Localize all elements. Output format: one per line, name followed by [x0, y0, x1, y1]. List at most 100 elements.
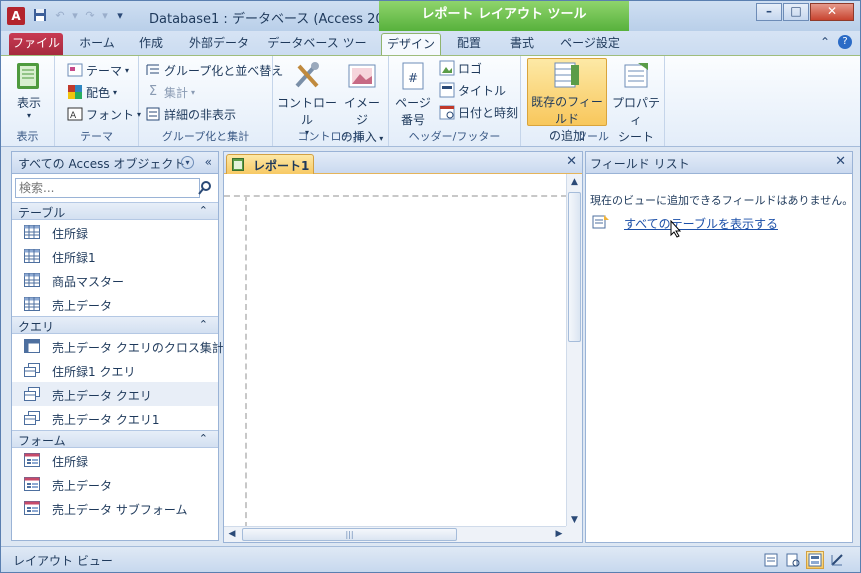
- close-button[interactable]: ✕: [810, 3, 854, 21]
- nav-query-item-selected[interactable]: 売上データ クエリ: [12, 382, 218, 406]
- nav-table-item[interactable]: 住所録: [12, 220, 218, 244]
- help-icon[interactable]: ?: [838, 35, 852, 49]
- logo-button[interactable]: ロゴ: [439, 58, 482, 78]
- tab-file[interactable]: ファイル: [9, 33, 63, 55]
- show-all-tables-link[interactable]: すべてのテーブルを表示する: [624, 215, 778, 232]
- nav-collapse-icon[interactable]: «: [205, 155, 212, 169]
- view-button[interactable]: 表示 ▾: [9, 60, 49, 120]
- nav-item-label: 商品マスター: [52, 275, 125, 289]
- tab-design[interactable]: デザイン: [381, 33, 441, 55]
- vertical-scroll-thumb[interactable]: [568, 192, 581, 342]
- colors-button[interactable]: 配色 ▾: [67, 82, 117, 102]
- page-number-label-1: ページ: [395, 96, 431, 110]
- nav-group-forms[interactable]: フォーム ⌃: [12, 430, 218, 448]
- ribbon-tabs: ファイル ホーム 作成 外部データ データベース ツール デザイン 配置 書式 …: [1, 31, 860, 70]
- nav-form-item[interactable]: 売上データ: [12, 472, 218, 496]
- group-controls: コントロール ▾ イメージ の挿入 ▾ コントロール: [273, 56, 389, 146]
- print-preview-icon[interactable]: [784, 551, 802, 569]
- title-bar: A ↶ ▾ ↷ ▾ ▾ Database1 : データベース (Access 2…: [1, 1, 860, 31]
- group-sort-icon: [145, 62, 161, 78]
- redo-dropdown-icon[interactable]: ▾: [101, 8, 109, 24]
- tab-home[interactable]: ホーム: [71, 33, 123, 55]
- group-sort-button[interactable]: グループ化と並べ替え: [145, 60, 283, 80]
- date-time-button[interactable]: 日付と時刻: [439, 102, 518, 122]
- nav-form-item[interactable]: 住所録: [12, 448, 218, 472]
- group-header-footer: # ページ 番号 ロゴ タイトル 日付と時刻 ヘッダー/フッター: [389, 56, 521, 146]
- group-label-tools: ツール: [576, 130, 609, 143]
- horizontal-scroll-thumb[interactable]: |||: [242, 528, 457, 541]
- search-icon[interactable]: [197, 180, 213, 196]
- scroll-right-icon[interactable]: ▶: [551, 527, 567, 542]
- ribbon-minimize-icon[interactable]: ⌃: [818, 35, 832, 49]
- field-list-close-icon[interactable]: ✕: [835, 154, 846, 169]
- controls-label: コントロール: [277, 96, 338, 127]
- nav-query-item[interactable]: 売上データ クエリ1: [12, 406, 218, 430]
- nav-item-label: 住所録: [52, 455, 89, 469]
- report-layout-surface[interactable]: [224, 174, 567, 528]
- query-icon: [24, 411, 40, 425]
- report-icon: [232, 158, 244, 171]
- group-sort-label: グループ化と並べ替え: [164, 63, 284, 78]
- nav-item-label: 住所録1: [52, 251, 96, 265]
- page-number-button[interactable]: # ページ 番号: [395, 60, 431, 128]
- redo-icon[interactable]: ↷: [81, 8, 99, 24]
- tab-database-tools[interactable]: データベース ツール: [263, 33, 371, 70]
- undo-dropdown-icon[interactable]: ▾: [71, 8, 79, 24]
- customize-qat-icon[interactable]: ▾: [111, 8, 129, 24]
- group-grouping-totals: グループ化と並べ替え Σ 集計 ▾ 詳細の非表示 グループ化と集計: [139, 56, 283, 146]
- nav-title: すべての Access オブジェクト: [18, 157, 186, 171]
- document-area: レポート1 ✕ ▲ ▼ ◀ ||| ▶: [223, 151, 583, 543]
- page-number-icon: #: [397, 60, 429, 92]
- nav-table-item[interactable]: 住所録1: [12, 244, 218, 268]
- document-tab-report[interactable]: レポート1: [226, 154, 314, 174]
- add-existing-fields-button[interactable]: 既存のフィールド の追加: [527, 58, 607, 143]
- horizontal-scrollbar[interactable]: ◀ ||| ▶: [224, 526, 567, 542]
- minimize-button[interactable]: –: [756, 3, 782, 21]
- nav-table-item[interactable]: 売上データ: [12, 292, 218, 316]
- fonts-button[interactable]: A フォント ▾: [67, 104, 141, 124]
- tab-arrange[interactable]: 配置: [449, 33, 489, 55]
- nav-query-item[interactable]: 売上データ クエリのクロス集計: [12, 334, 224, 358]
- maximize-button[interactable]: □: [783, 3, 809, 21]
- design-view-icon[interactable]: [828, 551, 846, 569]
- save-icon[interactable]: [31, 8, 49, 24]
- hide-details-button[interactable]: 詳細の非表示: [145, 104, 236, 124]
- access-app-icon[interactable]: A: [7, 7, 25, 25]
- undo-icon[interactable]: ↶: [51, 8, 69, 24]
- logo-icon: [439, 60, 455, 76]
- controls-button[interactable]: コントロール ▾: [277, 60, 337, 137]
- nav-group-tables[interactable]: テーブル ⌃: [12, 202, 218, 220]
- tab-create[interactable]: 作成: [129, 33, 173, 55]
- vertical-scrollbar[interactable]: ▲ ▼: [566, 174, 582, 528]
- table-icon: [24, 297, 40, 311]
- image-icon: [346, 60, 378, 92]
- nav-header[interactable]: すべての Access オブジェクト ▾ «: [12, 152, 218, 174]
- scroll-up-icon[interactable]: ▲: [567, 174, 582, 190]
- nav-table-item[interactable]: 商品マスター: [12, 268, 218, 292]
- nav-item-label: 売上データ サブフォーム: [52, 503, 188, 517]
- totals-button[interactable]: Σ 集計 ▾: [145, 82, 195, 102]
- scroll-left-icon[interactable]: ◀: [224, 527, 240, 542]
- tab-page-setup[interactable]: ページ設定: [553, 33, 627, 55]
- mouse-cursor-icon: [670, 219, 682, 238]
- title-button[interactable]: タイトル: [439, 80, 506, 100]
- report-view-icon[interactable]: [762, 551, 780, 569]
- nav-form-item[interactable]: 売上データ サブフォーム: [12, 496, 218, 520]
- table-icon: [24, 249, 40, 263]
- form-icon: [24, 453, 40, 467]
- ribbon: 表示 ▾ 表示 テーマ ▾ 配色 ▾ A フォント ▾ テーマ グループ化と並べ…: [1, 55, 860, 147]
- document-close-icon[interactable]: ✕: [566, 154, 577, 169]
- svg-text:#: #: [408, 71, 418, 85]
- window-controls: – □ ✕: [756, 3, 854, 21]
- themes-button[interactable]: テーマ ▾: [67, 60, 129, 80]
- tab-external-data[interactable]: 外部データ: [181, 33, 257, 55]
- tab-format[interactable]: 書式: [499, 33, 545, 55]
- group-label-theme: テーマ: [80, 130, 113, 143]
- sigma-icon: Σ: [148, 84, 158, 99]
- nav-group-queries[interactable]: クエリ ⌃: [12, 316, 218, 334]
- nav-query-item[interactable]: 住所録1 クエリ: [12, 358, 218, 382]
- layout-view-icon[interactable]: [806, 551, 824, 569]
- nav-search-input[interactable]: [15, 178, 200, 198]
- quick-access-toolbar: ↶ ▾ ↷ ▾ ▾: [31, 8, 129, 24]
- nav-menu-dropdown-icon[interactable]: ▾: [181, 156, 194, 169]
